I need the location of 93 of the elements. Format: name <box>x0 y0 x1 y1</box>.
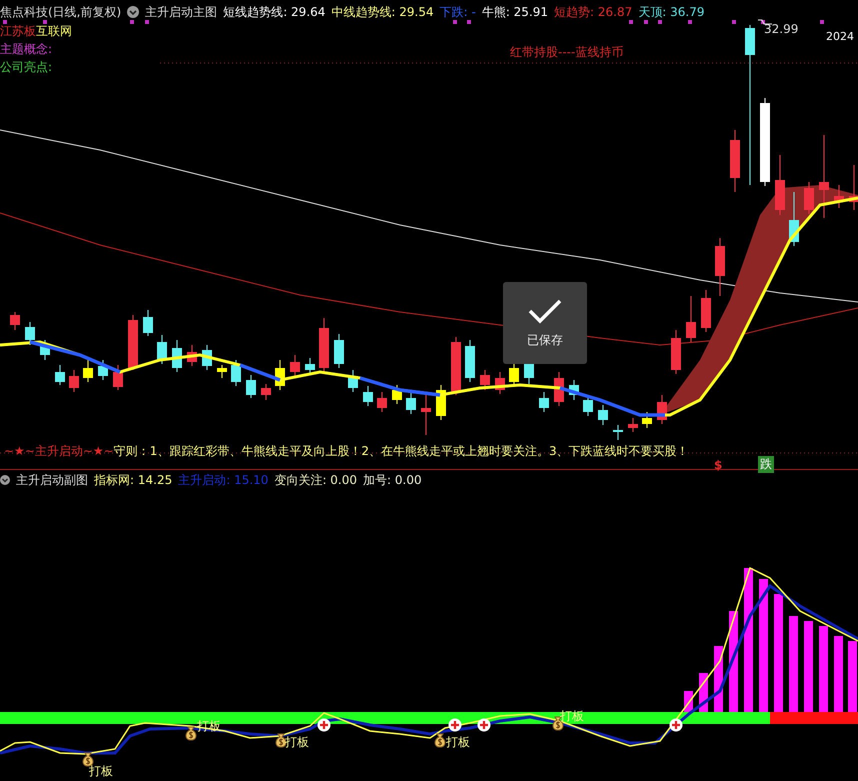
date-label: 2024 <box>826 30 854 43</box>
indicator-reading: 中线趋势线: 29.54 <box>331 4 434 20</box>
candlestick <box>686 296 696 342</box>
signal-label: 打板 <box>560 708 584 725</box>
plus-icon <box>317 718 331 732</box>
candlestick <box>730 130 740 192</box>
candlestick <box>69 370 79 392</box>
money-bag-icon <box>81 752 95 767</box>
rule-text: 守则：1、跟踪红彩带、牛熊线走平及向上股！2、在牛熊线走平或上翘时要关注。3、下跌蓝线时不要买股！ <box>114 443 689 460</box>
candlestick <box>187 344 197 366</box>
candlestick <box>495 372 505 394</box>
indicator-reading: 主升启动: 15.10 <box>178 472 268 488</box>
candlestick <box>392 384 402 404</box>
price-leader-line <box>758 20 772 24</box>
candlestick <box>290 354 300 376</box>
signal-badge: 跌 <box>758 456 774 473</box>
dropdown-icon[interactable] <box>0 475 10 485</box>
indicator-title: 主升启动主图 <box>145 4 218 20</box>
candlestick <box>436 384 446 420</box>
info-label: 公司亮点: <box>0 60 52 75</box>
candlestick <box>642 412 652 428</box>
money-bag-icon <box>433 733 447 748</box>
security-title: 焦点科技(日线,前复权) <box>0 4 122 20</box>
candlestick <box>157 334 167 364</box>
candlestick <box>98 360 108 380</box>
money-bag-icon <box>184 726 198 741</box>
candlestick <box>406 392 416 414</box>
candlestick <box>451 336 461 396</box>
candlestick <box>849 164 858 210</box>
candlestick <box>775 154 785 216</box>
candlestick <box>465 340 475 382</box>
candlestick <box>554 372 564 406</box>
candlestick <box>377 392 387 412</box>
candlestick <box>834 184 844 208</box>
candlestick <box>143 310 153 336</box>
candlestick <box>55 364 65 386</box>
candlestick <box>348 370 358 392</box>
candlestick <box>10 312 20 330</box>
candlestick <box>363 386 373 406</box>
candlestick <box>804 182 814 214</box>
toast-text: 已保存 <box>527 332 563 348</box>
indicator-reading: 变向关注: 0.00 <box>274 472 358 488</box>
candlestick <box>246 374 256 398</box>
signal-label: 打板 <box>285 734 309 751</box>
candlestick <box>275 360 285 390</box>
plus-icon <box>448 718 462 732</box>
histogram-bar <box>848 641 857 712</box>
indicator-reading: 短线趋势线: 29.64 <box>223 4 326 20</box>
candlestick <box>231 360 241 386</box>
candlestick <box>261 384 271 400</box>
indicator-title: 主升启动副图 <box>16 472 88 488</box>
candlestick <box>113 364 123 390</box>
checkmark-icon <box>528 298 562 324</box>
candlestick <box>789 192 799 246</box>
candlestick <box>539 392 549 412</box>
candlestick <box>613 424 623 440</box>
strategy-note: 红带持股----蓝线持币 <box>510 44 624 61</box>
candlestick <box>217 364 227 378</box>
candlestick <box>715 238 725 296</box>
price-label: 32.99 <box>764 22 798 36</box>
candlestick <box>128 314 138 370</box>
indicator-reading: 牛熊: 25.91 <box>482 4 548 20</box>
candlestick <box>701 290 711 332</box>
candlestick <box>628 418 638 432</box>
signal-label: 打板 <box>89 763 113 780</box>
candlestick <box>421 394 431 436</box>
info-label: 主题概念: <box>0 42 52 57</box>
candlestick <box>25 322 35 346</box>
indicator-reading: 下跌: - <box>440 4 476 20</box>
candlestick <box>334 334 344 368</box>
info-label: 互联网 <box>36 24 72 39</box>
candlestick <box>305 358 315 374</box>
plus-icon <box>477 718 491 732</box>
plus-icon <box>669 718 683 732</box>
candlestick <box>657 394 667 424</box>
candlestick <box>319 318 329 372</box>
info-label: 江苏板 <box>0 24 36 39</box>
candlestick <box>569 380 579 400</box>
candlestick <box>598 404 608 426</box>
candlestick <box>83 360 93 382</box>
rule-tag: ~★~主升启动~★~ <box>4 443 114 460</box>
indicator-reading: 天顶: 36.79 <box>638 4 704 20</box>
indicator-reading: 指标网: 14.25 <box>94 472 172 488</box>
candlestick <box>40 340 50 360</box>
candlestick <box>202 344 212 370</box>
candlestick <box>480 370 490 390</box>
signal-label: 打板 <box>446 734 470 751</box>
dropdown-icon[interactable] <box>127 6 140 18</box>
indicator-reading: 加号: 0.00 <box>363 472 422 488</box>
candlestick <box>671 330 681 374</box>
signal-mark: $ <box>714 458 722 472</box>
indicator-reading: 短趋势: 26.87 <box>554 4 632 20</box>
candlestick <box>172 340 182 372</box>
